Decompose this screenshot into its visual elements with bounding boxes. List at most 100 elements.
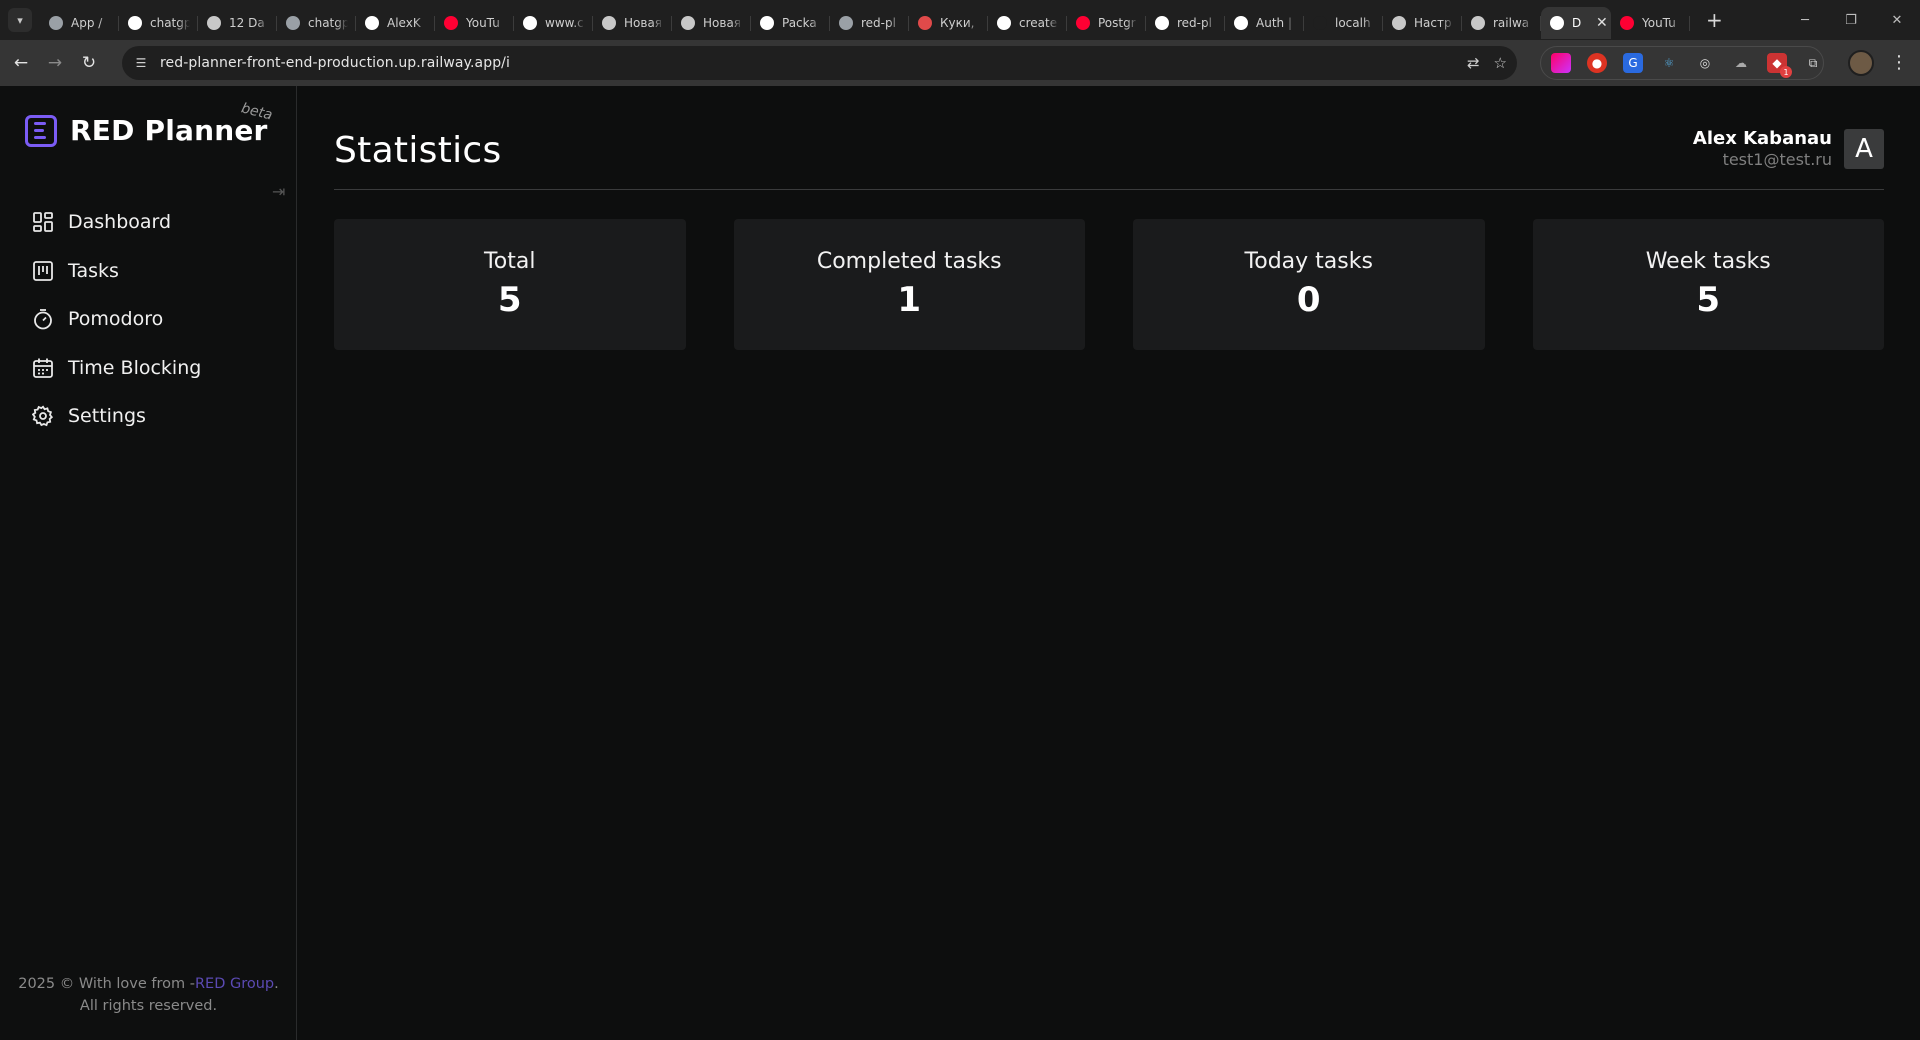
- chevron-down-icon: ▾: [17, 13, 23, 27]
- browser-tab[interactable]: red-pl: [830, 7, 909, 39]
- youtube-icon: [444, 16, 458, 30]
- sidebar-menu: Dashboard Tasks Pomodoro Time Blocking S…: [32, 198, 201, 441]
- close-window-button[interactable]: ✕: [1874, 0, 1920, 40]
- tab-title: Новая: [703, 16, 742, 30]
- tab-title: chatgpt: [150, 16, 190, 30]
- triangle-icon: [1313, 16, 1327, 30]
- openai-icon: [207, 16, 221, 30]
- tab-title: www.c: [545, 16, 584, 30]
- react-devtools-icon[interactable]: ⚛: [1659, 53, 1679, 73]
- browser-tab[interactable]: chatgpt: [119, 7, 198, 39]
- browser-tab[interactable]: Postgr: [1067, 7, 1146, 39]
- address-bar[interactable]: ☰ red-planner-front-end-production.up.ra…: [122, 46, 1517, 80]
- header-divider: [334, 189, 1884, 190]
- bookmark-star-icon[interactable]: ☆: [1494, 54, 1507, 72]
- tasks-icon: [32, 260, 54, 282]
- footer-link[interactable]: RED Group: [195, 976, 274, 992]
- browser-tab[interactable]: YouTu: [435, 7, 514, 39]
- user-avatar[interactable]: A: [1844, 128, 1884, 169]
- sidebar-item-time-blocking[interactable]: Time Blocking: [32, 344, 201, 393]
- sidebar: RED Planner beta ⇥ Dashboard Tasks Pomod…: [0, 86, 297, 1040]
- forward-button[interactable]: →: [38, 46, 72, 80]
- footer-text: 2025 © With love from -: [18, 976, 195, 992]
- browser-tab[interactable]: Packa: [751, 7, 830, 39]
- sidebar-item-tasks[interactable]: Tasks: [32, 247, 201, 296]
- tab-title: YouTu: [466, 16, 500, 30]
- chrome-icon: [681, 16, 695, 30]
- browser-tab[interactable]: 12 Da: [198, 7, 277, 39]
- google-icon: [997, 16, 1011, 30]
- page-title: Statistics: [334, 130, 502, 171]
- tab-title: Packa: [782, 16, 817, 30]
- browser-tab[interactable]: YouTu: [1611, 7, 1690, 39]
- user-profile: Alex Kabanau test1@test.ru A: [1693, 128, 1884, 169]
- extension-badge-icon[interactable]: ◆ 1: [1767, 53, 1792, 78]
- reload-button[interactable]: ↻: [72, 46, 106, 80]
- chrome-icon: [602, 16, 616, 30]
- extension-translate-icon[interactable]: G: [1623, 53, 1643, 73]
- site-info-button[interactable]: ☰: [128, 50, 154, 76]
- app-logo[interactable]: RED Planner: [25, 114, 268, 147]
- gear-icon: [32, 405, 54, 427]
- railway-icon: [1471, 16, 1485, 30]
- browser-tab[interactable]: localh: [1304, 7, 1383, 39]
- stat-card-week: Week tasks 5: [1532, 219, 1884, 350]
- dashboard-icon: [32, 211, 54, 233]
- sidebar-item-pomodoro[interactable]: Pomodoro: [32, 295, 201, 344]
- logout-icon[interactable]: ⇥: [272, 182, 285, 201]
- globe-icon: [839, 16, 853, 30]
- logo-icon: [25, 114, 57, 147]
- browser-tab[interactable]: chatgpt: [277, 7, 356, 39]
- stat-card-total: Total 5: [334, 219, 686, 350]
- back-button[interactable]: ←: [4, 46, 38, 80]
- reload-icon: ↻: [81, 53, 97, 73]
- extension-circle-icon[interactable]: ◎: [1695, 53, 1715, 73]
- profile-avatar[interactable]: [1848, 50, 1874, 76]
- extensions-puzzle-icon[interactable]: ⧉: [1803, 53, 1823, 73]
- tab-title: App /: [71, 16, 103, 30]
- browser-tab[interactable]: D ✕: [1541, 7, 1611, 39]
- tab-title: Postgr: [1098, 16, 1136, 30]
- browser-tab[interactable]: www.c: [514, 7, 593, 39]
- stat-label: Week tasks: [1645, 249, 1771, 274]
- extension-cloud-icon[interactable]: ☁: [1731, 53, 1751, 73]
- tab-title: Auth |: [1256, 16, 1292, 30]
- browser-tab[interactable]: Настр: [1383, 7, 1462, 39]
- browser-tab[interactable]: red-pl: [1146, 7, 1225, 39]
- url-text[interactable]: red-planner-front-end-production.up.rail…: [160, 55, 510, 71]
- tab-title: Новая: [624, 16, 663, 30]
- browser-tab[interactable]: Auth |: [1225, 7, 1304, 39]
- browser-tab[interactable]: Куки,: [909, 7, 988, 39]
- browser-tab[interactable]: Новая: [593, 7, 672, 39]
- browser-tab[interactable]: AlexK: [356, 7, 435, 39]
- triangle-icon: [1155, 16, 1169, 30]
- extension-red-icon[interactable]: ●: [1587, 53, 1607, 73]
- globe-icon: [286, 16, 300, 30]
- close-tab-icon[interactable]: ✕: [1596, 15, 1608, 31]
- youtube-icon: [1076, 16, 1090, 30]
- footer-rights: All rights reserved.: [79, 998, 218, 1014]
- browser-tab[interactable]: railwa: [1462, 7, 1541, 39]
- stat-card-completed: Completed tasks 1: [733, 219, 1085, 350]
- sidebar-item-label: Dashboard: [68, 211, 172, 234]
- browser-tab[interactable]: Новая: [672, 7, 751, 39]
- tab-title: railwa: [1493, 16, 1530, 30]
- triangle-icon: [1550, 16, 1564, 30]
- stat-value: 5: [497, 280, 522, 320]
- arrow-right-icon: →: [47, 53, 63, 73]
- translate-icon[interactable]: ⇄: [1467, 54, 1480, 72]
- new-tab-button[interactable]: +: [1706, 10, 1723, 30]
- extension-gradient-icon[interactable]: [1551, 53, 1571, 73]
- restore-button[interactable]: ❐: [1828, 0, 1874, 40]
- browser-menu-icon[interactable]: ⋮: [1886, 50, 1912, 76]
- arrow-left-icon: ←: [13, 53, 29, 73]
- browser-tab[interactable]: App /: [40, 7, 119, 39]
- sidebar-item-settings[interactable]: Settings: [32, 392, 201, 441]
- sidebar-item-label: Tasks: [68, 259, 119, 282]
- stat-card-today: Today tasks 0: [1133, 219, 1485, 350]
- tab-search-button[interactable]: ▾: [8, 8, 32, 32]
- sidebar-item-dashboard[interactable]: Dashboard: [32, 198, 201, 247]
- browser-tab[interactable]: create: [988, 7, 1067, 39]
- minimize-button[interactable]: ─: [1782, 0, 1828, 40]
- tab-title: Куки,: [940, 16, 975, 30]
